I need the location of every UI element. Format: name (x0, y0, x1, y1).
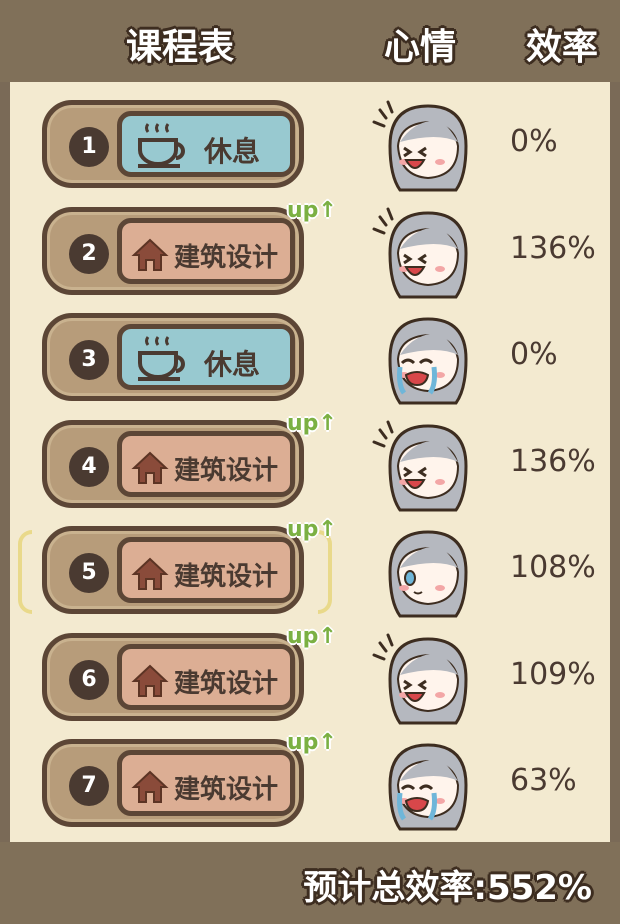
activity-card[interactable]: 休息 (117, 324, 295, 390)
activity-card[interactable]: 建筑设计 (117, 217, 295, 284)
girl-face-happy-icon (372, 100, 468, 192)
slot-number: 1 (69, 127, 109, 167)
schedule-slot[interactable]: 7 建筑设计 up↑ (42, 730, 337, 827)
activity-card[interactable]: 建筑设计 (117, 537, 295, 603)
up-badge: up↑ (287, 410, 337, 436)
efficiency-value: 0% (510, 337, 558, 372)
mood-face (370, 416, 470, 512)
activity-label: 建筑设计 (174, 562, 279, 592)
activity-card[interactable]: 休息 (117, 111, 295, 177)
schedule-slot[interactable]: 1 休息 (42, 100, 304, 188)
girl-face-calm-icon (388, 530, 468, 618)
schedule-row[interactable]: 1 休息 0% (0, 94, 620, 194)
schedule-row[interactable]: 6 建筑设计 up↑ 109% (0, 624, 620, 727)
slot-number: 2 (69, 233, 109, 274)
house-icon (131, 238, 169, 271)
schedule-row[interactable]: 7 建筑设计 up↑ 63% (0, 730, 620, 833)
total-efficiency: 预计总效率:552% (303, 868, 592, 908)
activity-label: 休息 (204, 135, 261, 168)
activity-card[interactable]: 建筑设计 (117, 750, 295, 816)
footer-bar: 预计总效率:552% (0, 842, 620, 924)
efficiency-value: 136% (510, 443, 596, 479)
mood-face (370, 629, 470, 725)
activity-label: 建筑设计 (174, 775, 279, 805)
schedule-slot[interactable]: 3 休息 (42, 313, 304, 401)
activity-label: 建筑设计 (174, 242, 279, 273)
activity-card[interactable]: 建筑设计 (117, 643, 295, 710)
up-badge: up↑ (287, 517, 337, 542)
activity-label: 休息 (204, 348, 261, 381)
schedule-slot[interactable]: 4 建筑设计 up↑ (42, 411, 337, 508)
slot-number: 3 (69, 340, 109, 380)
activity-label: 建筑设计 (174, 455, 279, 486)
house-icon (131, 451, 169, 484)
selection-bracket-right (318, 530, 332, 614)
mood-face (370, 309, 470, 405)
schedule-slot[interactable]: 6 建筑设计 up↑ (42, 624, 337, 721)
efficiency-heading: 效率 (526, 27, 599, 68)
up-badge: up↑ (287, 197, 337, 223)
schedule-slot[interactable]: 2 建筑设计 up↑ (42, 198, 337, 295)
efficiency-value: 0% (510, 124, 558, 159)
efficiency-value: 63% (510, 763, 577, 798)
house-icon (131, 770, 169, 803)
efficiency-value: 136% (510, 230, 596, 266)
activity-label: 建筑设计 (174, 668, 279, 699)
schedule-slot[interactable]: 5 建筑设计 up↑ (42, 517, 337, 614)
schedule-row[interactable]: 5 建筑设计 up↑ 108% (0, 517, 620, 620)
coffee-cup-icon (138, 336, 185, 381)
slot-number: 6 (69, 659, 109, 700)
mood-face (370, 96, 470, 192)
up-badge: up↑ (287, 623, 337, 649)
mood-face (370, 203, 470, 299)
slot-number: 4 (69, 446, 109, 487)
house-icon (131, 664, 169, 697)
coffee-cup-icon (138, 123, 185, 168)
mood-heading: 心情 (384, 27, 457, 68)
schedule-row[interactable]: 3 休息 0% (0, 307, 620, 407)
girl-face-happy-icon (372, 207, 468, 298)
girl-face-crying-icon (388, 317, 468, 405)
mood-face (370, 735, 470, 831)
efficiency-value: 108% (510, 550, 596, 585)
house-icon (131, 557, 169, 590)
activity-card[interactable]: 建筑设计 (117, 430, 295, 497)
girl-face-happy-icon (372, 633, 468, 724)
girl-face-crying-icon (388, 743, 468, 831)
girl-face-happy-icon (372, 420, 468, 511)
slot-number: 7 (69, 766, 109, 806)
schedule-row[interactable]: 4 建筑设计 up↑ 136% (0, 411, 620, 514)
mood-face (370, 522, 470, 618)
schedule-heading: 课程表 (126, 27, 235, 68)
header-bar: 课程表 心情 效率 (0, 0, 620, 82)
schedule-row[interactable]: 2 建筑设计 up↑ 136% (0, 198, 620, 301)
slot-number: 5 (69, 553, 109, 593)
up-badge: up↑ (287, 730, 337, 755)
selection-bracket-left (18, 530, 32, 614)
efficiency-value: 109% (510, 656, 596, 692)
